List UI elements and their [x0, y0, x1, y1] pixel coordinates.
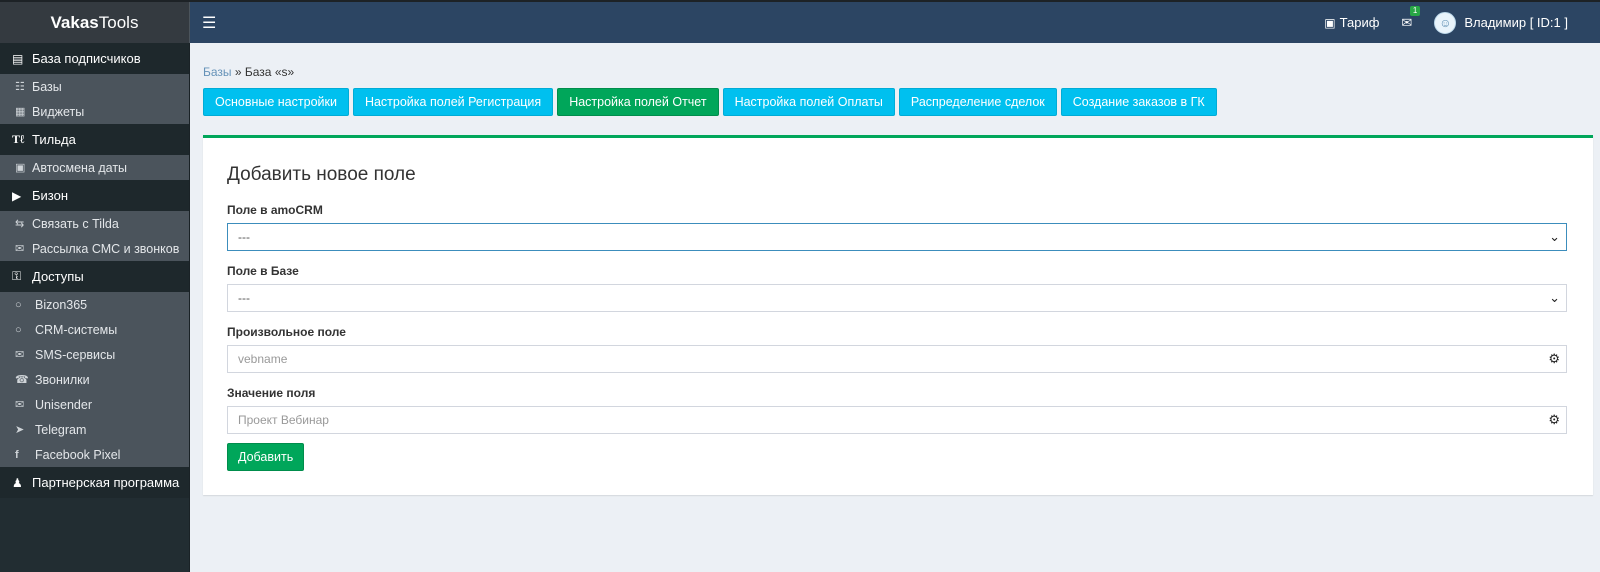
envelope-icon: ✉: [15, 349, 25, 361]
gear-icon[interactable]: ⚙: [1548, 412, 1560, 428]
sidebar-item-label: Рассылка СМС и звонков: [32, 241, 180, 256]
add-field-card: Добавить новое поле Поле в amoCRM --- ⌄ …: [203, 135, 1593, 495]
envelope-icon: ✉: [15, 243, 25, 255]
breadcrumb-link-bases[interactable]: Базы: [203, 65, 232, 79]
sidebar-item-label: Виджеты: [32, 104, 85, 119]
custom-field-input[interactable]: vebname ⚙: [227, 345, 1567, 373]
circle-icon: ○: [15, 298, 22, 311]
logo-light: Tools: [98, 12, 139, 32]
tariff-label: Тариф: [1339, 15, 1380, 30]
sidebar-item-label: Facebook Pixel: [35, 447, 121, 462]
sidebar-section-access[interactable]: ⚿ Доступы: [0, 261, 189, 292]
sidebar-section-partners[interactable]: ♟ Партнерская программа: [0, 467, 189, 498]
sidebar-item-facebook[interactable]: f Facebook Pixel: [0, 442, 189, 467]
base-field-value: ---: [238, 291, 250, 305]
database-icon: ▤: [12, 51, 24, 66]
tab-report-fields[interactable]: Настройка полей Отчет: [557, 88, 719, 116]
base-field-select[interactable]: --- ⌄: [227, 284, 1567, 312]
sidebar-item-sms-calls[interactable]: ✉ Рассылка СМС и звонков: [0, 236, 189, 261]
sidebar-item-label: Telegram: [35, 422, 87, 437]
key-icon: ⚿: [12, 269, 22, 283]
breadcrumb-current: База «s»: [244, 65, 295, 79]
tilda-icon: Tℓ: [12, 132, 25, 146]
custom-field-label: Произвольное поле: [227, 325, 346, 339]
sidebar-item-link-tilda[interactable]: ⇆ Связать с Tilda: [0, 211, 189, 236]
top-header: Vakas Tools ☰ ▣ Тариф ✉ 1 ☺ Владимир [ ID…: [0, 0, 1600, 43]
money-icon: ▣: [1324, 15, 1336, 30]
sidebar-item-label: CRM-системы: [35, 322, 118, 337]
custom-field-placeholder: vebname: [238, 352, 288, 366]
mail-button[interactable]: ✉ 1: [1401, 5, 1421, 31]
avatar: ☺: [1434, 11, 1457, 34]
sidebar-item-label: Звонилки: [35, 372, 90, 387]
field-value-input[interactable]: Проект Вебинар ⚙: [227, 406, 1567, 434]
sidebar-section-tilda[interactable]: Tℓ Тильда: [0, 124, 189, 155]
amocrm-field-label: Поле в amoCRM: [227, 203, 323, 217]
navbar: ☰ ▣ Тариф ✉ 1 ☺ Владимир [ ID:1 ]: [190, 2, 1600, 43]
sidebar-section-label: Партнерская программа: [32, 475, 180, 490]
tab-registration-fields[interactable]: Настройка полей Регистрация: [352, 88, 554, 116]
sidebar-item-crm[interactable]: ○ CRM-системы: [0, 317, 189, 342]
sidebar-item-label: Unisender: [35, 397, 92, 412]
envelope-icon: ✉: [15, 399, 25, 411]
exchange-icon: ⇆: [15, 218, 25, 230]
sidebar-item-bases[interactable]: ☷ Базы: [0, 74, 189, 99]
sidebar-item-label: Bizon365: [35, 297, 88, 312]
sidebar-section-label: Доступы: [32, 269, 84, 284]
sidebar-item-widgets[interactable]: ▦ Виджеты: [0, 99, 189, 124]
mail-badge: 1: [1409, 5, 1421, 16]
add-button[interactable]: Добавить: [227, 443, 305, 471]
logo[interactable]: Vakas Tools: [0, 2, 190, 43]
sidebar-item-label: Связать с Tilda: [32, 216, 119, 231]
sidebar-item-sms-services[interactable]: ✉ SMS-сервисы: [0, 342, 189, 367]
users-icon: ♟: [12, 475, 23, 490]
tab-deal-distribution[interactable]: Распределение сделок: [898, 88, 1057, 116]
calendar-icon: ▣: [15, 162, 26, 174]
tab-gk-orders[interactable]: Создание заказов в ГК: [1060, 88, 1217, 116]
sidebar-section-label: База подписчиков: [32, 51, 141, 66]
sidebar-item-bizon365[interactable]: ○ Bizon365: [0, 292, 189, 317]
database-icon: ☷: [15, 81, 25, 93]
menu-toggle-icon[interactable]: ☰: [202, 13, 226, 33]
breadcrumb: Базы » База «s»: [203, 65, 294, 79]
navbar-right: ▣ Тариф ✉ 1 ☺ Владимир [ ID:1 ]: [1324, 2, 1600, 43]
envelope-icon: ✉: [1401, 14, 1413, 30]
amocrm-field-select[interactable]: --- ⌄: [227, 223, 1567, 251]
sidebar-item-label: Базы: [32, 79, 62, 94]
facebook-icon: f: [15, 448, 19, 461]
settings-tabs: Основные настройки Настройка полей Регис…: [203, 88, 1221, 116]
tab-payment-fields[interactable]: Настройка полей Оплаты: [722, 88, 895, 116]
chevron-down-icon: ⌄: [1549, 290, 1560, 305]
widget-icon: ▦: [15, 106, 26, 118]
tariff-link[interactable]: ▣ Тариф: [1324, 15, 1379, 30]
sidebar-item-autodate[interactable]: ▣ Автосмена даты: [0, 155, 189, 180]
circle-icon: ○: [15, 323, 22, 336]
user-menu[interactable]: ☺ Владимир [ ID:1 ]: [1434, 11, 1578, 34]
tab-main-settings[interactable]: Основные настройки: [203, 88, 349, 116]
sidebar-section-label: Бизон: [32, 188, 69, 203]
telegram-icon: ➤: [15, 424, 25, 436]
logo-bold: Vakas: [50, 12, 99, 32]
sidebar-section-label: Тильда: [32, 132, 76, 147]
card-title: Добавить новое поле: [227, 164, 416, 185]
breadcrumb-separator: »: [231, 65, 245, 79]
sidebar-item-callers[interactable]: ☎ Звонилки: [0, 367, 189, 392]
sidebar-section-subscribers[interactable]: ▤ База подписчиков: [0, 43, 189, 74]
chevron-down-icon: ⌄: [1549, 229, 1560, 244]
sidebar-item-unisender[interactable]: ✉ Unisender: [0, 392, 189, 417]
user-name: Владимир [ ID:1 ]: [1464, 15, 1568, 30]
base-field-label: Поле в Базе: [227, 264, 299, 278]
youtube-icon: ▶: [12, 188, 22, 203]
gear-icon[interactable]: ⚙: [1548, 351, 1560, 367]
sidebar-item-telegram[interactable]: ➤ Telegram: [0, 417, 189, 442]
sidebar-item-label: SMS-сервисы: [35, 347, 116, 362]
field-value-label: Значение поля: [227, 386, 316, 400]
amocrm-field-value: ---: [238, 230, 250, 244]
phone-icon: ☎: [15, 374, 29, 386]
sidebar: ▤ База подписчиков ☷ Базы ▦ Виджеты Tℓ Т…: [0, 43, 190, 572]
field-value-placeholder: Проект Вебинар: [238, 413, 329, 427]
sidebar-item-label: Автосмена даты: [32, 160, 128, 175]
sidebar-section-bizon[interactable]: ▶ Бизон: [0, 180, 189, 211]
